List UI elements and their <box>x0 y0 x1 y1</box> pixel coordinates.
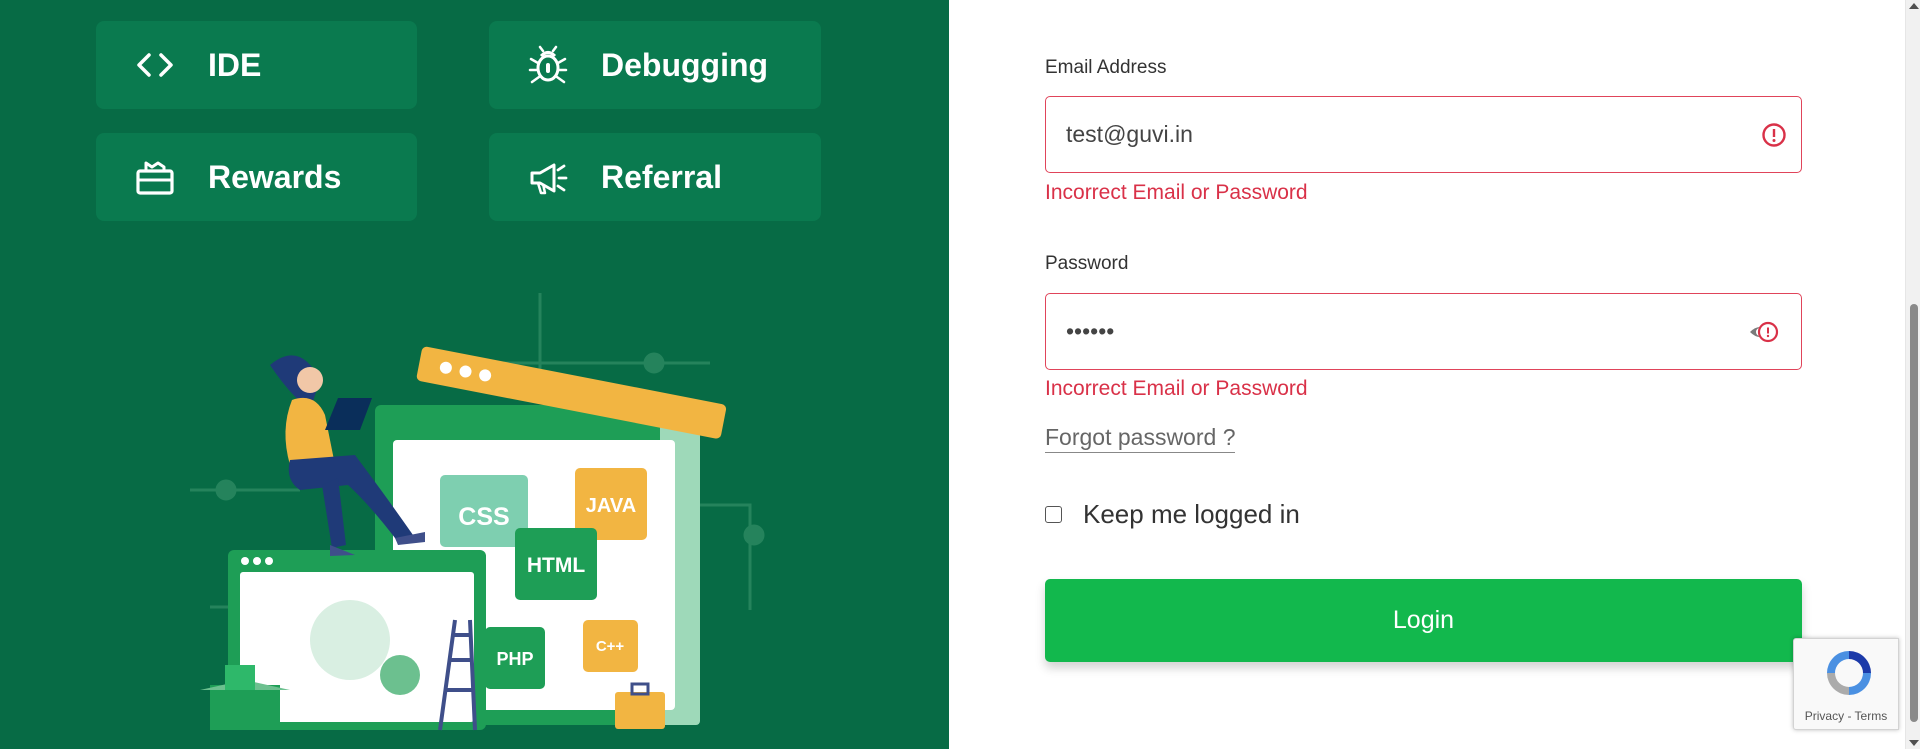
email-field[interactable] <box>1045 96 1802 173</box>
keep-logged-in-checkbox[interactable] <box>1045 506 1062 523</box>
scroll-down-icon[interactable] <box>1909 740 1919 746</box>
feature-card-debugging: Debugging <box>489 21 821 109</box>
feature-label: Rewards <box>208 158 342 195</box>
email-error-message: Incorrect Email or Password <box>1045 181 1308 204</box>
password-label: Password <box>1045 253 1129 274</box>
feature-card-ide: IDE <box>96 21 417 109</box>
gift-icon <box>132 154 178 200</box>
password-field[interactable] <box>1045 293 1802 370</box>
recaptcha-badge[interactable]: Privacy - Terms <box>1793 638 1899 730</box>
code-icon <box>132 42 178 88</box>
password-error-message: Incorrect Email or Password <box>1045 377 1308 400</box>
error-icon <box>1762 123 1786 147</box>
vertical-scrollbar[interactable] <box>1905 0 1920 749</box>
tag-html: HTML <box>527 554 585 577</box>
bug-icon <box>525 42 571 88</box>
feature-label: IDE <box>208 46 262 83</box>
scrollbar-thumb[interactable] <box>1910 304 1918 722</box>
tag-css: CSS <box>458 503 509 531</box>
scroll-up-icon[interactable] <box>1909 3 1919 9</box>
email-input[interactable] <box>1066 121 1726 148</box>
tag-java: JAVA <box>586 495 636 517</box>
feature-label: Referral <box>601 158 722 195</box>
tag-cpp: C++ <box>596 638 625 655</box>
recaptcha-links[interactable]: Privacy - Terms <box>1794 709 1898 723</box>
keep-logged-in[interactable]: Keep me logged in <box>1045 499 1300 530</box>
email-label: Email Address <box>1045 57 1167 78</box>
recaptcha-icon <box>1827 651 1871 695</box>
coding-illustration: CSS JAVA HTML PHP C++ <box>190 293 765 731</box>
password-input[interactable] <box>1066 318 1726 345</box>
feature-card-rewards: Rewards <box>96 133 417 221</box>
tag-php: PHP <box>496 649 533 669</box>
feature-panel: IDE Debugging Rewards Referral CSS JAVA … <box>0 0 949 749</box>
login-button[interactable]: Login <box>1045 579 1802 662</box>
feature-label: Debugging <box>601 46 769 83</box>
login-form: Email Address Incorrect Email or Passwor… <box>949 0 1920 749</box>
toggle-password-visibility-icon[interactable] <box>1749 319 1779 345</box>
feature-card-referral: Referral <box>489 133 821 221</box>
keep-logged-in-label: Keep me logged in <box>1083 499 1300 529</box>
forgot-password-link[interactable]: Forgot password ? <box>1045 424 1236 453</box>
megaphone-icon <box>525 154 571 200</box>
